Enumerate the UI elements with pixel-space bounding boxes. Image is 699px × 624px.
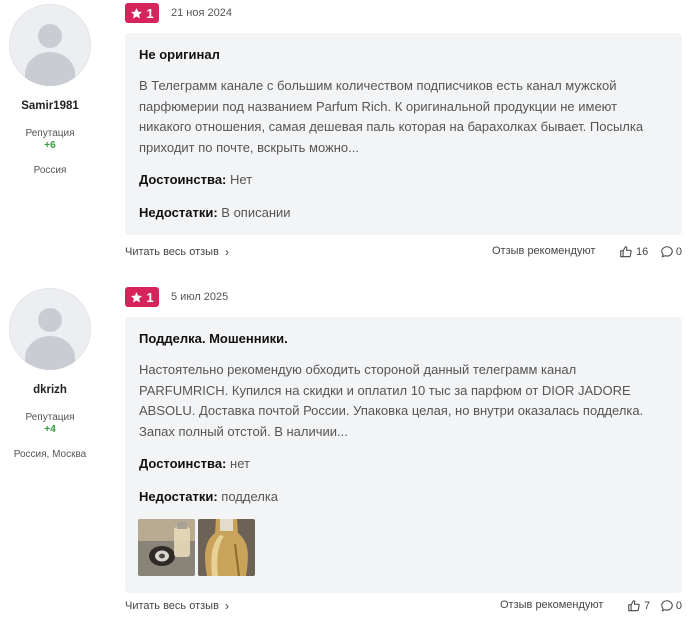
like-button[interactable]: 7 [627,599,650,613]
review-photo-thumbnail[interactable] [198,519,255,576]
pros-value: нет [230,456,250,471]
pros-label: Достоинства: [139,456,227,471]
review-date: 5 июл 2025 [171,291,229,303]
chevron-right-icon: › [224,599,229,613]
comments-button[interactable]: 0 [660,599,682,613]
cons-label: Недостатки: [139,489,218,504]
comment-icon [661,246,673,258]
review-date: 21 ноя 2024 [171,7,232,19]
read-more-label: Читать весь отзыв [125,600,219,612]
review-footer: Читать весь отзыв › Отзыв рекомендуют 16… [125,245,682,261]
cons-field: Недостатки: В описании [139,205,291,220]
pros-field: Достоинства: нет [139,456,250,471]
read-full-review-link[interactable]: Читать весь отзыв › [125,599,229,613]
avatar[interactable] [9,288,91,370]
rating-badge: 1 [125,3,159,23]
rating-value: 1 [146,289,154,305]
comment-icon [661,600,673,612]
recommend-label: Отзыв рекомендуют [500,599,604,611]
avatar[interactable] [9,4,91,86]
comments-button[interactable]: 0 [660,245,682,259]
rating-badge: 1 [125,287,159,307]
likes-count: 7 [644,600,651,612]
reputation-label: Репутация [25,412,75,423]
username[interactable]: Samir1981 [0,100,100,112]
pros-field: Достоинства: Нет [139,172,252,187]
read-more-label: Читать весь отзыв [125,246,219,258]
reputation-value: +6 [44,140,56,151]
review-text: В Телеграмм канале с большим количеством… [139,78,644,155]
likes-count: 16 [636,246,649,258]
cons-value: В описании [221,205,291,220]
review-footer: Читать весь отзыв › Отзыв рекомендуют 7 … [125,599,682,615]
pros-label: Достоинства: [139,172,227,187]
pros-value: Нет [230,172,253,187]
user-location: Россия [33,165,67,176]
chevron-right-icon: › [224,245,229,259]
rating-value: 1 [146,5,154,21]
thumbs-up-icon [620,246,632,258]
review-title[interactable]: Подделка. Мошенники. [139,331,288,346]
star-icon [131,7,143,18]
recommend-label: Отзыв рекомендуют [492,245,596,257]
review-title[interactable]: Не оригинал [139,47,220,62]
star-icon [131,291,143,302]
review-body: Подделка. Мошенники. Настоятельно рекоме… [125,317,682,593]
reputation-label: Репутация [25,128,75,139]
thumbs-up-icon [628,600,640,612]
comments-count: 0 [675,600,682,612]
comments-count: 0 [675,246,682,258]
like-button[interactable]: 16 [619,245,648,259]
review-body: Не оригинал В Телеграмм канале с большим… [125,33,682,235]
reputation-value: +4 [44,424,56,435]
user-location: Россия, Москва [13,449,87,460]
review-text: Настоятельно рекомендую обходить стороно… [139,362,644,439]
cons-value: подделка [221,489,279,504]
cons-label: Недостатки: [139,205,218,220]
review-photo-thumbnail[interactable] [138,519,195,576]
read-full-review-link[interactable]: Читать весь отзыв › [125,245,229,259]
cons-field: Недостатки: подделка [139,489,278,504]
username[interactable]: dkrizh [0,384,100,396]
